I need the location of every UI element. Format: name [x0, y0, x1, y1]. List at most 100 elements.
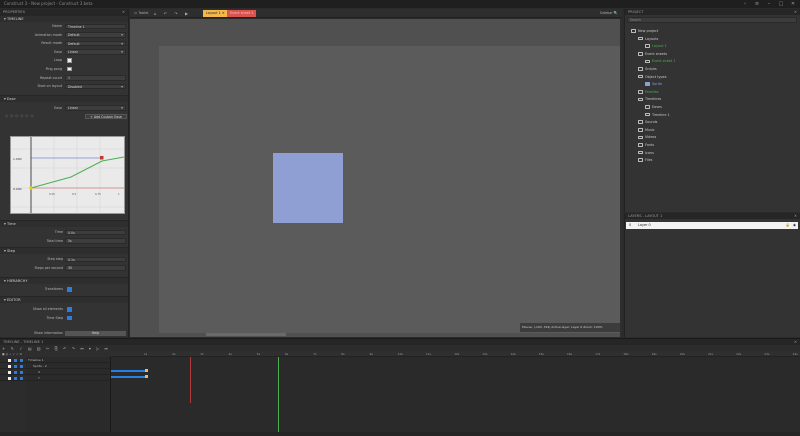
close-panel-icon[interactable]: ✕	[794, 9, 797, 15]
keyframe-y[interactable]	[145, 374, 148, 378]
menu-icon[interactable]: ≡	[752, 0, 762, 8]
tab-event-sheet-1[interactable]: Event sheet 1	[227, 10, 257, 17]
sprite-instance[interactable]	[273, 153, 343, 223]
folder-icon	[645, 44, 650, 48]
close-panel-icon[interactable]: ✕	[794, 339, 797, 345]
close-button[interactable]: ✕	[788, 0, 798, 8]
timeline-playhead[interactable]	[278, 357, 279, 432]
folder-icon	[638, 158, 643, 162]
timeline-track-label: Y	[38, 376, 40, 380]
track-enable-checkbox[interactable]	[14, 376, 17, 380]
property-label: Step step	[47, 257, 63, 261]
layout-toolbar: ▭ Tablet ⌂ ↶ ↷ ▶ Layout 1 ✕ Event sheet …	[130, 9, 622, 18]
project-tree-item[interactable]: Sounds	[638, 120, 657, 124]
track-visibility-checkbox[interactable]	[8, 370, 11, 374]
track-bar-x[interactable]	[111, 370, 146, 372]
sidebar-toggle[interactable]: Sidebar 🔍	[600, 9, 618, 18]
section-hierarchy[interactable]: ▾ HIERARCHY	[0, 277, 128, 284]
project-tree-item[interactable]: Layout 1	[645, 44, 667, 48]
property-value[interactable]: Timeline 1	[65, 23, 126, 30]
project-tree-item[interactable]: Eases	[645, 105, 662, 109]
layer-row[interactable]: 0 Layer 0 🔒 ◉	[626, 222, 798, 229]
view-mode-label[interactable]: ▭ Tablet	[134, 9, 148, 18]
project-tree-item[interactable]: Timelines	[638, 97, 661, 101]
track-lock-checkbox[interactable]	[20, 376, 23, 380]
section-timeline[interactable]: ▾ TIMELINE	[0, 15, 128, 22]
project-tree-item[interactable]: Sprite	[645, 82, 662, 86]
maximize-button[interactable]: □	[776, 0, 786, 8]
sprite-icon	[645, 82, 650, 86]
timeline-header: TIMELINE - TIMELINE 1 ✕	[0, 339, 800, 345]
project-tree-item[interactable]: Fonts	[638, 143, 654, 147]
toolbar-tools-icons[interactable]: ⌂ ↶ ↷ ▶	[154, 9, 191, 18]
property-checkbox-checked[interactable]	[67, 287, 72, 292]
horizontal-scrollbar[interactable]	[206, 333, 286, 336]
section-ease[interactable]: ▾ Ease	[0, 94, 128, 102]
tab-close-icon[interactable]: ✕	[222, 11, 225, 15]
timeline-properties: NameTimeline 1Animation modeDefaultResul…	[0, 22, 128, 91]
vertical-scrollbar[interactable]	[620, 20, 622, 337]
ease-handle-start[interactable]	[29, 186, 33, 190]
add-custom-ease-button[interactable]: + Add Custom Ease	[85, 113, 127, 120]
project-tree-item[interactable]: New project	[631, 29, 658, 33]
section-editor[interactable]: ▾ EDITOR	[0, 296, 128, 303]
track-visibility-checkbox[interactable]	[8, 364, 11, 368]
track-lock-checkbox[interactable]	[20, 364, 23, 368]
property-row: Steps per second 30	[0, 264, 128, 273]
track-enable-checkbox[interactable]	[14, 364, 17, 368]
layout-surface[interactable]	[159, 46, 621, 333]
project-tree-label: Videos	[645, 135, 657, 140]
property-row: Ease Linear	[0, 48, 128, 57]
track-enable-checkbox[interactable]	[14, 358, 17, 362]
tab-layout-1[interactable]: Layout 1 ✕	[203, 10, 228, 17]
property-select[interactable]: Default	[65, 32, 126, 38]
ease-tool-icons[interactable]: ◇◇◇◇◇◇	[5, 113, 35, 118]
track-lock-checkbox[interactable]	[20, 358, 23, 362]
property-value[interactable]: 5s	[65, 238, 126, 244]
property-checkbox-checked[interactable]	[67, 315, 72, 321]
timeline-end-marker[interactable]	[190, 357, 191, 403]
timeline-track-row[interactable]: Y	[0, 375, 110, 381]
project-tree-item[interactable]: Videos	[638, 135, 656, 139]
project-tree-item[interactable]: Scripts	[638, 67, 657, 71]
section-step[interactable]: ▾ Step	[0, 247, 128, 254]
project-tree-item[interactable]: Event sheets	[638, 52, 667, 56]
project-tree-item[interactable]: Event sheet 1	[645, 59, 675, 63]
project-tree-item[interactable]: Layouts	[638, 37, 658, 41]
back-icon[interactable]: ‹	[740, 0, 750, 8]
lock-icon[interactable]: 🔒	[786, 222, 790, 229]
ease-select[interactable]: Linear	[65, 105, 126, 111]
project-tree-item[interactable]: Object types	[638, 75, 666, 79]
project-tree-item[interactable]: Families	[638, 90, 659, 94]
property-value[interactable]: 0.1s	[65, 256, 126, 263]
timeline-tracks[interactable]	[26, 357, 800, 435]
close-panel-icon[interactable]: ✕	[794, 213, 797, 219]
project-tree-item[interactable]: Timeline 1	[645, 113, 670, 117]
help-button[interactable]: Help	[65, 330, 126, 337]
timeline-scrollbar[interactable]	[0, 432, 800, 436]
property-checkbox[interactable]	[67, 66, 72, 72]
property-value[interactable]: 30	[65, 265, 126, 271]
project-search-input[interactable]: Search	[627, 17, 797, 23]
project-tree-item[interactable]: Files	[638, 158, 652, 162]
property-checkbox-checked[interactable]	[67, 307, 72, 312]
track-visibility-checkbox[interactable]	[8, 376, 11, 380]
ease-graph[interactable]: 1.000 0.000 0.25 0.5 0.75 1	[10, 136, 125, 214]
ease-handle-end[interactable]	[100, 156, 104, 160]
track-visibility-checkbox[interactable]	[8, 358, 11, 362]
keyframe-x[interactable]	[145, 368, 148, 372]
eye-icon[interactable]: ◉	[793, 222, 796, 229]
property-value[interactable]: 0.0s	[65, 229, 126, 236]
property-select[interactable]: Disabled	[65, 83, 126, 90]
property-select[interactable]: Linear	[65, 49, 126, 55]
property-value[interactable]: 1	[65, 75, 126, 81]
section-time[interactable]: ▾ Time	[0, 220, 128, 227]
track-lock-checkbox[interactable]	[20, 370, 23, 374]
project-tree-item[interactable]: Icons	[638, 151, 654, 155]
project-tree-item[interactable]: Music	[638, 128, 655, 132]
minimize-button[interactable]: –	[764, 0, 774, 8]
property-select[interactable]: Default	[65, 40, 126, 47]
track-bar-y[interactable]	[111, 376, 146, 378]
property-checkbox[interactable]	[67, 58, 72, 63]
track-enable-checkbox[interactable]	[14, 370, 17, 374]
